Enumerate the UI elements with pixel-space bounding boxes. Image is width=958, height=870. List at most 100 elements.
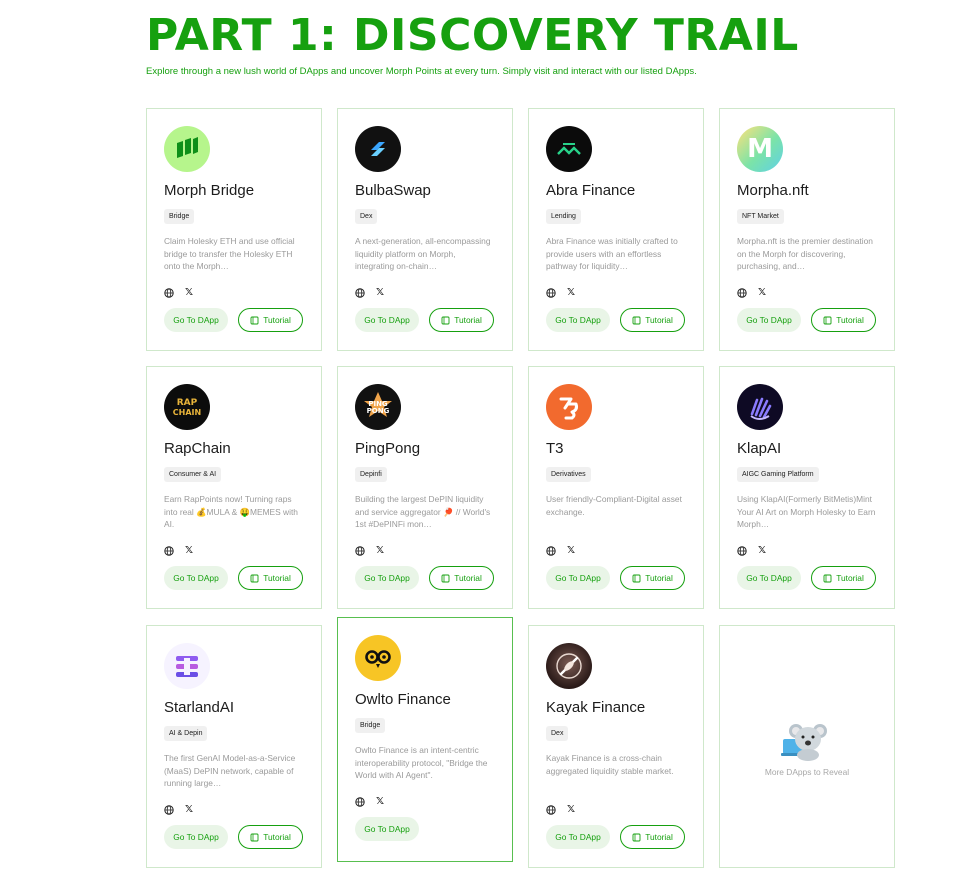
dapp-name: RapChain xyxy=(164,440,231,457)
tutorial-button[interactable]: Tutorial xyxy=(429,566,494,590)
x-icon[interactable]: 𝕏 xyxy=(375,288,385,298)
x-icon[interactable]: 𝕏 xyxy=(375,797,385,807)
globe-icon[interactable] xyxy=(737,288,747,298)
dapp-card-morpha-nft: M Morpha.nft NFT Market Morpha.nft is th… xyxy=(719,108,895,351)
starlandai-logo xyxy=(164,643,210,689)
dapp-name: StarlandAI xyxy=(164,699,235,716)
dapp-card-kayak-finance: Kayak Finance Dex Kayak Finance is a cro… xyxy=(528,625,704,868)
tutorial-button[interactable]: Tutorial xyxy=(811,308,876,332)
tutorial-button[interactable]: Tutorial xyxy=(238,566,303,590)
globe-icon[interactable] xyxy=(164,288,174,298)
morph-bridge-logo xyxy=(164,126,210,172)
globe-icon[interactable] xyxy=(546,805,556,815)
dapp-card-klapai: KlapAI AIGC Gaming Platform Using KlapAI… xyxy=(719,366,895,609)
x-icon[interactable]: 𝕏 xyxy=(757,288,767,298)
dapp-description: Earn RapPoints now! Turning raps into re… xyxy=(164,494,298,530)
globe-icon[interactable] xyxy=(546,546,556,556)
go-to-dapp-button[interactable]: Go To DApp xyxy=(737,308,801,332)
dapp-description: Morpha.nft is the premier destination on… xyxy=(737,236,873,272)
book-icon xyxy=(250,833,259,841)
globe-icon[interactable] xyxy=(355,288,365,298)
tutorial-label: Tutorial xyxy=(263,832,291,842)
dapp-name: Kayak Finance xyxy=(546,699,646,716)
tutorial-button[interactable]: Tutorial xyxy=(620,308,685,332)
more-dapps-label: More DApps to Reveal xyxy=(764,766,850,777)
tutorial-button[interactable]: Tutorial xyxy=(620,825,685,849)
go-to-dapp-button[interactable]: Go To DApp xyxy=(546,825,610,849)
dapp-name: Morpha.nft xyxy=(737,182,809,199)
category-tag: Consumer & AI xyxy=(164,467,222,482)
tutorial-label: Tutorial xyxy=(454,315,482,325)
tutorial-button[interactable]: Tutorial xyxy=(429,308,494,332)
book-icon xyxy=(632,833,641,841)
tutorial-button[interactable]: Tutorial xyxy=(811,566,876,590)
go-to-dapp-button[interactable]: Go To DApp xyxy=(737,566,801,590)
category-tag: Bridge xyxy=(355,718,386,733)
book-icon xyxy=(250,574,259,582)
x-icon[interactable]: 𝕏 xyxy=(566,546,576,556)
tutorial-label: Tutorial xyxy=(836,315,864,325)
category-tag: Depinfi xyxy=(355,467,387,482)
go-to-dapp-button[interactable]: Go To DApp xyxy=(546,308,610,332)
category-tag: Bridge xyxy=(164,209,195,224)
book-icon xyxy=(632,316,641,324)
dapp-card-rapchain: RAP CHAIN RapChain Consumer & AI Earn Rap… xyxy=(146,366,322,609)
owlto-finance-logo xyxy=(355,635,401,681)
x-icon[interactable]: 𝕏 xyxy=(184,288,194,298)
rapchain-logo: RAP CHAIN xyxy=(164,384,210,430)
go-to-dapp-button[interactable]: Go To DApp xyxy=(164,566,228,590)
tutorial-button[interactable]: Tutorial xyxy=(238,308,303,332)
dapp-card-morph-bridge: Morph Bridge Bridge Claim Holesky ETH an… xyxy=(146,108,322,351)
dapp-description: Claim Holesky ETH and use official bridg… xyxy=(164,236,295,272)
go-to-dapp-button[interactable]: Go To DApp xyxy=(355,308,419,332)
dapp-card-pingpong: PING PONG PingPong Depinfi Building the l… xyxy=(337,366,513,609)
morpha-nft-logo: M xyxy=(737,126,783,172)
t3-logo xyxy=(546,384,592,430)
book-icon xyxy=(632,574,641,582)
dapp-name: T3 xyxy=(546,440,564,457)
dapp-description: Kayak Finance is a cross-chain aggregate… xyxy=(546,753,674,776)
dapp-card-starlandai: StarlandAI AI & Depin The first GenAI Mo… xyxy=(146,625,322,868)
go-to-dapp-button[interactable]: Go To DApp xyxy=(546,566,610,590)
x-icon[interactable]: 𝕏 xyxy=(184,546,194,556)
tutorial-label: Tutorial xyxy=(836,573,864,583)
x-icon[interactable]: 𝕏 xyxy=(566,288,576,298)
dapp-description: Owlto Finance is an intent-centric inter… xyxy=(355,745,488,781)
dapp-name: Owlto Finance xyxy=(355,691,451,708)
x-icon[interactable]: 𝕏 xyxy=(184,805,194,815)
dapp-description: Building the largest DePIN liquidity and… xyxy=(355,494,491,530)
go-to-dapp-button[interactable]: Go To DApp xyxy=(164,308,228,332)
globe-icon[interactable] xyxy=(164,805,174,815)
globe-icon[interactable] xyxy=(355,797,365,807)
go-to-dapp-button[interactable]: Go To DApp xyxy=(355,566,419,590)
tutorial-button[interactable]: Tutorial xyxy=(238,825,303,849)
x-icon[interactable]: 𝕏 xyxy=(566,805,576,815)
category-tag: AIGC Gaming Platform xyxy=(737,467,819,482)
svg-text:CHAIN: CHAIN xyxy=(173,408,201,417)
category-tag: Dex xyxy=(546,726,569,741)
klapai-logo xyxy=(737,384,783,430)
svg-text:PONG: PONG xyxy=(367,407,390,415)
x-icon[interactable]: 𝕏 xyxy=(375,546,385,556)
dapp-description: Using KlapAI(Formerly BitMetis)Mint Your… xyxy=(737,494,876,530)
abra-finance-logo xyxy=(546,126,592,172)
go-to-dapp-button[interactable]: Go To DApp xyxy=(355,817,419,841)
dapp-name: PingPong xyxy=(355,440,421,457)
x-icon[interactable]: 𝕏 xyxy=(757,546,767,556)
page-title: PART 1: DISCOVERY TRAIL xyxy=(146,10,799,61)
category-tag: NFT Market xyxy=(737,209,784,224)
dapp-card-bulbaswap: BulbaSwap Dex A next-generation, all-enc… xyxy=(337,108,513,351)
koala-laptop-icon xyxy=(781,723,827,761)
go-to-dapp-button[interactable]: Go To DApp xyxy=(164,825,228,849)
tutorial-button[interactable]: Tutorial xyxy=(620,566,685,590)
category-tag: Derivatives xyxy=(546,467,591,482)
globe-icon[interactable] xyxy=(546,288,556,298)
globe-icon[interactable] xyxy=(355,546,365,556)
dapp-description: The first GenAI Model-as-a-Service (MaaS… xyxy=(164,753,296,789)
book-icon xyxy=(250,316,259,324)
globe-icon[interactable] xyxy=(164,546,174,556)
globe-icon[interactable] xyxy=(737,546,747,556)
tutorial-label: Tutorial xyxy=(263,315,291,325)
dapp-card-abra-finance: Abra Finance Lending Abra Finance was in… xyxy=(528,108,704,351)
dapp-description: A next-generation, all-encompassing liqu… xyxy=(355,236,491,272)
